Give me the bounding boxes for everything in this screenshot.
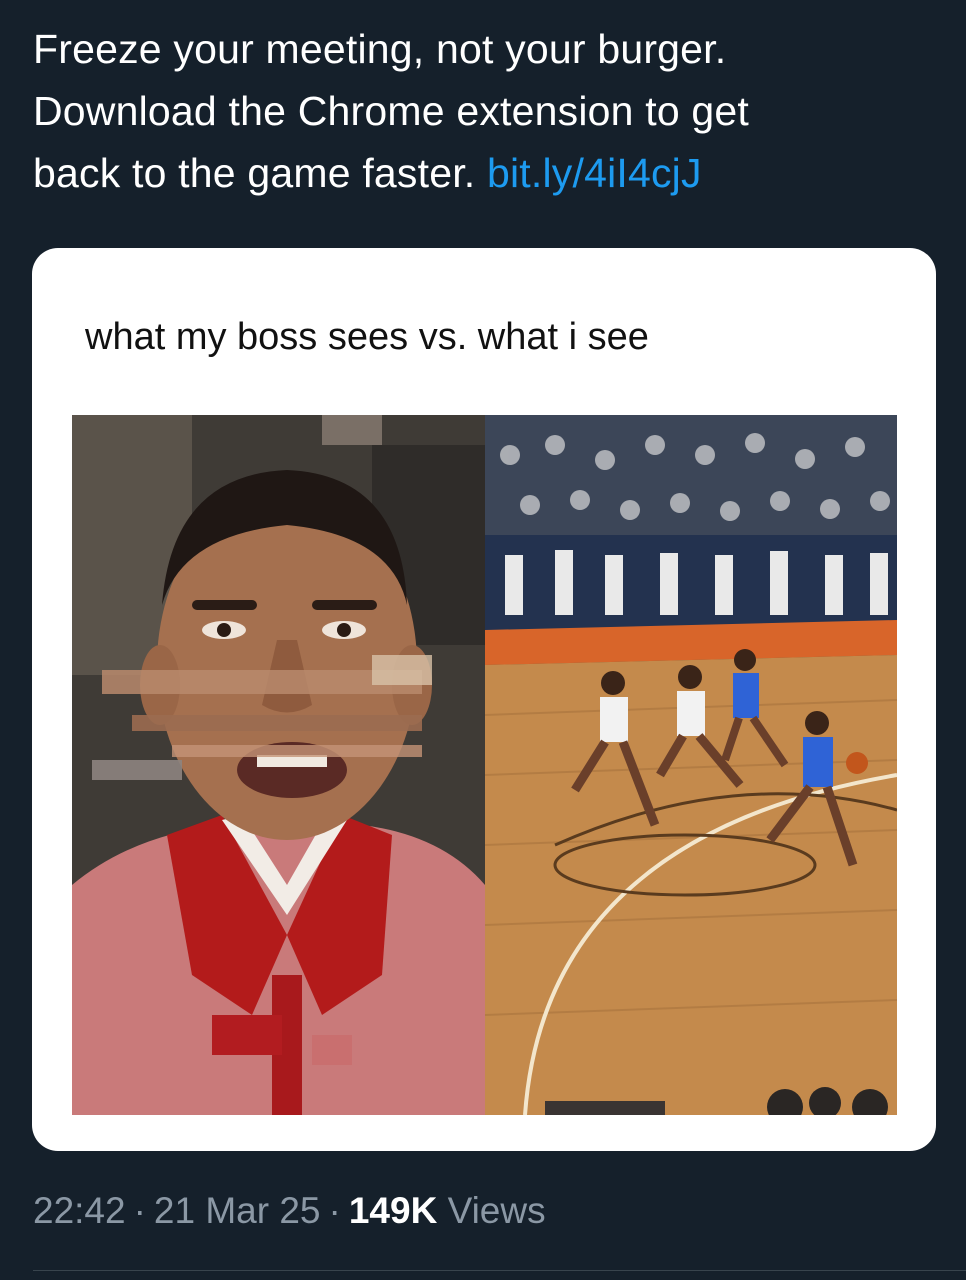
meme-caption: what my boss sees vs. what i see: [85, 316, 649, 358]
tweet-date[interactable]: 21 Mar 25: [154, 1190, 321, 1231]
media-card[interactable]: what my boss sees vs. what i see: [32, 248, 936, 1151]
tweet-text-line-3: back to the game faster. bit.ly/4iI4cjJ: [33, 142, 933, 204]
views-label: Views: [447, 1190, 546, 1231]
meme-image-left-frozen-face: [72, 415, 485, 1115]
meta-separator-2: ·: [328, 1190, 341, 1231]
basketball-game-illustration: [485, 415, 897, 1115]
meme-image-right-basketball: [485, 415, 897, 1115]
tweet-text-line-3-text: back to the game faster.: [33, 150, 476, 196]
bottom-divider: [33, 1270, 966, 1271]
tweet-text-line-1: Freeze your meeting, not your burger.: [33, 26, 727, 72]
tweet-time[interactable]: 22:42: [33, 1190, 126, 1231]
tweet-meta: 22:42 · 21 Mar 25 · 149K Views: [33, 1190, 546, 1232]
views-count[interactable]: 149K: [349, 1190, 437, 1231]
tweet-text-line-2: Download the Chrome extension to get: [33, 88, 750, 134]
tweet-link[interactable]: bit.ly/4iI4cjJ: [487, 150, 702, 196]
frozen-face-illustration: [72, 415, 485, 1115]
meta-separator-1: ·: [133, 1190, 146, 1231]
tweet-text: Freeze your meeting, not your burger. Do…: [33, 18, 933, 204]
